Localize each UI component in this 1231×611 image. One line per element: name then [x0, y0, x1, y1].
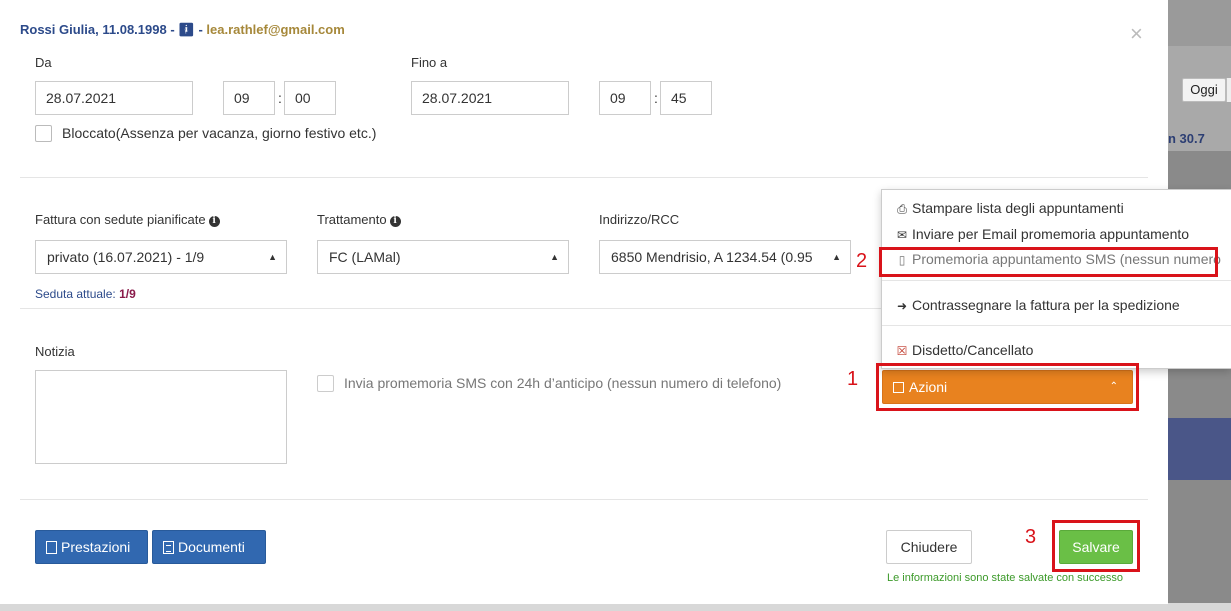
- female-icon: 🚺︎: [178, 22, 195, 37]
- select-caret-icon: ▲: [832, 252, 841, 262]
- invoice-label: Fattura con sedute pianificate i: [35, 212, 220, 227]
- info-icon: i: [389, 216, 401, 227]
- patient-email[interactable]: lea.rathlef@gmail.com: [206, 22, 344, 37]
- current-session: Seduta attuale: 1/9: [35, 287, 136, 301]
- document-icon: [163, 541, 174, 554]
- highlight-box-save: [1052, 520, 1140, 572]
- actions-menu: ⎙ Stampare lista degli appuntamenti ✉ Invi…: [881, 189, 1231, 369]
- divider: [20, 177, 1148, 178]
- address-label: Indirizzo/RCC: [599, 212, 680, 227]
- blocked-label: Bloccato(Assenza per vacanza, giorno fes…: [62, 125, 377, 141]
- to-minute-input[interactable]: 45: [660, 81, 712, 115]
- step-number-1: 1: [847, 368, 859, 390]
- menu-item-mark-invoice[interactable]: ➜ Contrassegnare la fattura per la spediz…: [895, 297, 1180, 313]
- documenti-button[interactable]: Documenti: [152, 530, 266, 564]
- invoice-select[interactable]: privato (16.07.2021) - 1/9 ▲: [35, 240, 287, 274]
- divider: [20, 499, 1148, 500]
- from-minute-input[interactable]: 00: [284, 81, 336, 115]
- select-caret-icon: ▲: [268, 252, 277, 262]
- calendar-date-label: n 30.7: [1168, 131, 1205, 146]
- save-success-message: Le informazioni sono state salvate con s…: [887, 572, 1124, 584]
- from-hour-input[interactable]: 09: [223, 81, 275, 115]
- from-date-input[interactable]: 28.07.2021: [35, 81, 193, 115]
- file-icon: [46, 541, 57, 554]
- select-caret-icon: ▲: [550, 252, 559, 262]
- close-button[interactable]: Chiudere: [886, 530, 972, 564]
- notes-textarea[interactable]: [35, 370, 287, 464]
- menu-item-email-reminder[interactable]: ✉ Inviare per Email promemoria appuntamen…: [895, 226, 1189, 242]
- highlight-box-actions: [876, 363, 1139, 411]
- modal-header: Rossi Giulia, 11.08.1998 - 🚺︎ - lea.rath…: [20, 22, 345, 37]
- to-label: Fino a: [411, 55, 448, 70]
- from-label: Da: [35, 55, 52, 70]
- treatment-label: Trattamento i: [317, 212, 401, 227]
- today-button[interactable]: Oggi: [1182, 78, 1226, 102]
- blocked-checkbox[interactable]: [35, 125, 52, 142]
- calendar-event-block: [1168, 418, 1231, 480]
- to-date-input[interactable]: 28.07.2021: [411, 81, 569, 115]
- arrow-right-icon: ➜: [896, 299, 908, 313]
- step-number-3: 3: [1025, 526, 1037, 548]
- address-select[interactable]: 6850 Mendrisio, A 1234.54 (0.95 ▲: [599, 240, 851, 274]
- sms-reminder-checkbox[interactable]: [317, 375, 334, 392]
- patient-name: Rossi Giulia, 11.08.1998: [20, 22, 167, 37]
- sms-reminder-label: Invia promemoria SMS con 24h d’anticipo …: [344, 375, 782, 391]
- close-icon[interactable]: ×: [1130, 23, 1143, 45]
- step-number-2: 2: [856, 250, 868, 272]
- calendar-x-icon: ☒: [896, 344, 908, 358]
- prestazioni-button[interactable]: Prestazioni: [35, 530, 148, 564]
- treatment-select[interactable]: FC (LAMal) ▲: [317, 240, 569, 274]
- highlight-box-email: [879, 247, 1218, 277]
- envelope-icon: ✉: [896, 228, 908, 242]
- to-hour-input[interactable]: 09: [599, 81, 651, 115]
- menu-item-cancel[interactable]: ☒ Disdetto/Cancellato: [895, 342, 1034, 358]
- printer-icon: ⎙: [897, 202, 907, 216]
- info-icon: i: [208, 216, 220, 227]
- menu-item-print[interactable]: ⎙ Stampare lista degli appuntamenti: [895, 200, 1124, 217]
- notes-label: Notizia: [35, 344, 75, 359]
